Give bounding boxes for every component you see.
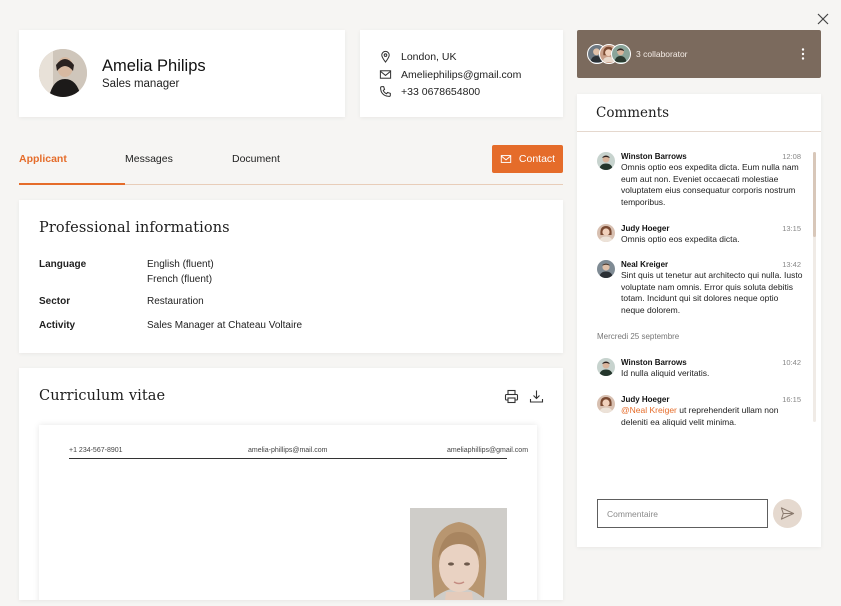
avatar (597, 358, 615, 376)
cv-phone: +1 234-567-8901 (69, 447, 123, 454)
avatar (597, 152, 615, 170)
comment-item: Judy Hoeger 13:15 Omnis optio eos expedi… (597, 224, 807, 248)
comment-item: Judy Hoeger 16:15 @Neal Kreiger ut repre… (597, 395, 807, 431)
mail-icon (500, 155, 512, 163)
comment-text: Omnis optio eos expedita dicta. Eum null… (621, 162, 799, 207)
download-icon[interactable] (529, 389, 544, 404)
avatar (611, 44, 631, 64)
cv-card: Curriculum vitae +1 234-567-8901 amelia-… (19, 368, 563, 600)
comment-author: Judy Hoeger (621, 224, 670, 233)
tab-applicant[interactable]: Applicant (19, 153, 67, 165)
activity-label: Activity (39, 320, 76, 331)
email-row[interactable]: Ameliephilips@gmail.com (379, 68, 521, 81)
comments-title: Comments (596, 105, 670, 121)
tab-messages[interactable]: Messages (125, 153, 173, 165)
comments-divider (577, 131, 821, 132)
comment-author: Neal Kreiger (621, 260, 669, 269)
send-button[interactable] (773, 499, 802, 528)
mention-link[interactable]: @Neal Kreiger (621, 405, 677, 415)
collaborator-avatars[interactable] (587, 44, 631, 64)
section-title: Professional informations (39, 220, 230, 236)
location-row: London, UK (379, 50, 456, 63)
comment-input[interactable] (597, 499, 768, 528)
scrollbar-thumb[interactable] (813, 152, 816, 237)
professional-info-card: Professional informations Language Engli… (19, 200, 563, 353)
section-title: Curriculum vitae (39, 388, 166, 404)
avatar (39, 49, 87, 97)
profile-role: Sales manager (102, 78, 180, 90)
comment-item: Neal Kreiger 13:42 Sint quis ut tenetur … (597, 260, 807, 318)
cv-divider (69, 458, 507, 459)
day-separator: Mercredi 25 septembre (597, 332, 680, 341)
cv-photo (410, 508, 507, 600)
comment-time: 13:42 (782, 260, 801, 269)
avatar (597, 260, 615, 278)
cv-email-alt: ameliaphillips@gmail.com (447, 447, 529, 454)
comment-time: 13:15 (782, 224, 801, 233)
cv-email: amelia-phillips@mail.com (248, 447, 328, 454)
comment-author: Judy Hoeger (621, 395, 670, 404)
profile-name: Amelia Philips (102, 57, 206, 75)
activity-value: Sales Manager at Chateau Voltaire (147, 320, 303, 331)
close-icon[interactable] (816, 12, 830, 26)
tab-document[interactable]: Document (232, 153, 280, 165)
contact-card: London, UK Ameliephilips@gmail.com +33 0… (360, 30, 563, 117)
profile-card: Amelia Philips Sales manager (19, 30, 345, 117)
comment-item: Winston Barrows 10:42 Id nulla aliquid v… (597, 358, 807, 382)
collaborator-count: 3 collaborator (636, 49, 688, 59)
more-options-icon[interactable] (798, 47, 808, 61)
avatar (597, 395, 615, 413)
comment-item: Winston Barrows 12:08 Omnis optio eos ex… (597, 152, 807, 207)
language-label: Language (39, 259, 87, 270)
language-item: English (fluent) (147, 259, 214, 270)
comment-text: Id nulla aliquid veritatis. (621, 368, 710, 378)
location-text: London, UK (401, 50, 457, 63)
language-value: English (fluent) French (fluent) (147, 257, 214, 287)
mail-icon (379, 70, 392, 79)
comment-text: Omnis optio eos expedita dicta. (621, 234, 740, 244)
email-text[interactable]: Ameliephilips@gmail.com (401, 69, 521, 81)
avatar (597, 224, 615, 242)
comment-time: 16:15 (782, 395, 801, 404)
send-icon (780, 507, 795, 520)
cv-preview[interactable]: +1 234-567-8901 amelia-phillips@mail.com… (39, 425, 537, 600)
comment-author: Winston Barrows (621, 152, 687, 161)
active-tab-indicator (19, 183, 125, 185)
comment-time: 10:42 (782, 358, 801, 367)
phone-icon (380, 86, 391, 97)
phone-text[interactable]: +33 0678654800 (401, 86, 480, 98)
contact-button-label: Contact (518, 153, 556, 165)
location-pin-icon (381, 50, 390, 63)
comment-text: @Neal Kreiger ut reprehenderit ullam non… (621, 405, 803, 428)
phone-row[interactable]: +33 0678654800 (379, 85, 480, 98)
comments-panel: Comments Winston Barrows 12:08 Omnis opt… (577, 94, 821, 547)
language-item: French (fluent) (147, 274, 213, 285)
comment-text: Sint quis ut tenetur aut architecto qui … (621, 270, 803, 315)
contact-button[interactable]: Contact (492, 145, 563, 173)
print-icon[interactable] (504, 389, 519, 404)
collaborator-bar[interactable]: 3 collaborator (577, 30, 821, 78)
sector-value: Restauration (147, 296, 204, 307)
comment-author: Winston Barrows (621, 358, 687, 367)
sector-label: Sector (39, 296, 71, 307)
comment-time: 12:08 (782, 152, 801, 161)
